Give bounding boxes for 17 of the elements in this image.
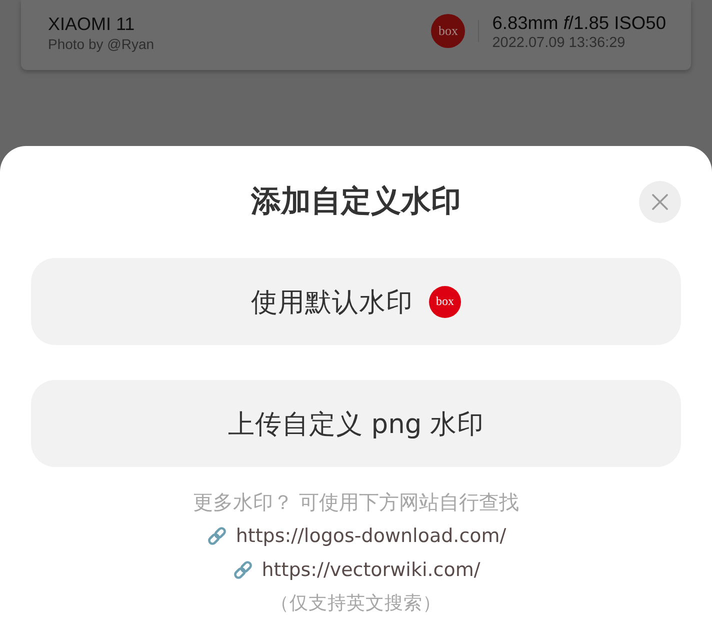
device-model: XIAOMI 11: [48, 13, 135, 35]
option-button[interactable]: 使用默认水印 box: [31, 258, 681, 345]
brand-logo: box: [429, 286, 461, 318]
brand-logo: box: [431, 14, 466, 48]
link-icon: [232, 559, 254, 581]
close-icon: [652, 194, 668, 210]
link-icon: [206, 525, 228, 547]
option-button[interactable]: 上传自定义 png 水印: [31, 380, 681, 467]
note-text: （仅支持英文搜索）: [270, 592, 442, 616]
sheet-title: 添加自定义水印: [251, 183, 461, 221]
hint-text: 更多水印？ 可使用下方网站自行查找: [192, 489, 520, 516]
photo-credit: Photo by @Ryan: [48, 35, 154, 53]
camera-settings: 6.83mm f/1.85 ISO50: [492, 10, 666, 34]
photo-timestamp: 2022.07.09 13:36:29: [492, 34, 626, 52]
close-button[interactable]: [639, 181, 681, 223]
link[interactable]: https://vectorwiki.com/: [262, 557, 480, 583]
link[interactable]: https://logos-download.com/: [236, 523, 506, 549]
